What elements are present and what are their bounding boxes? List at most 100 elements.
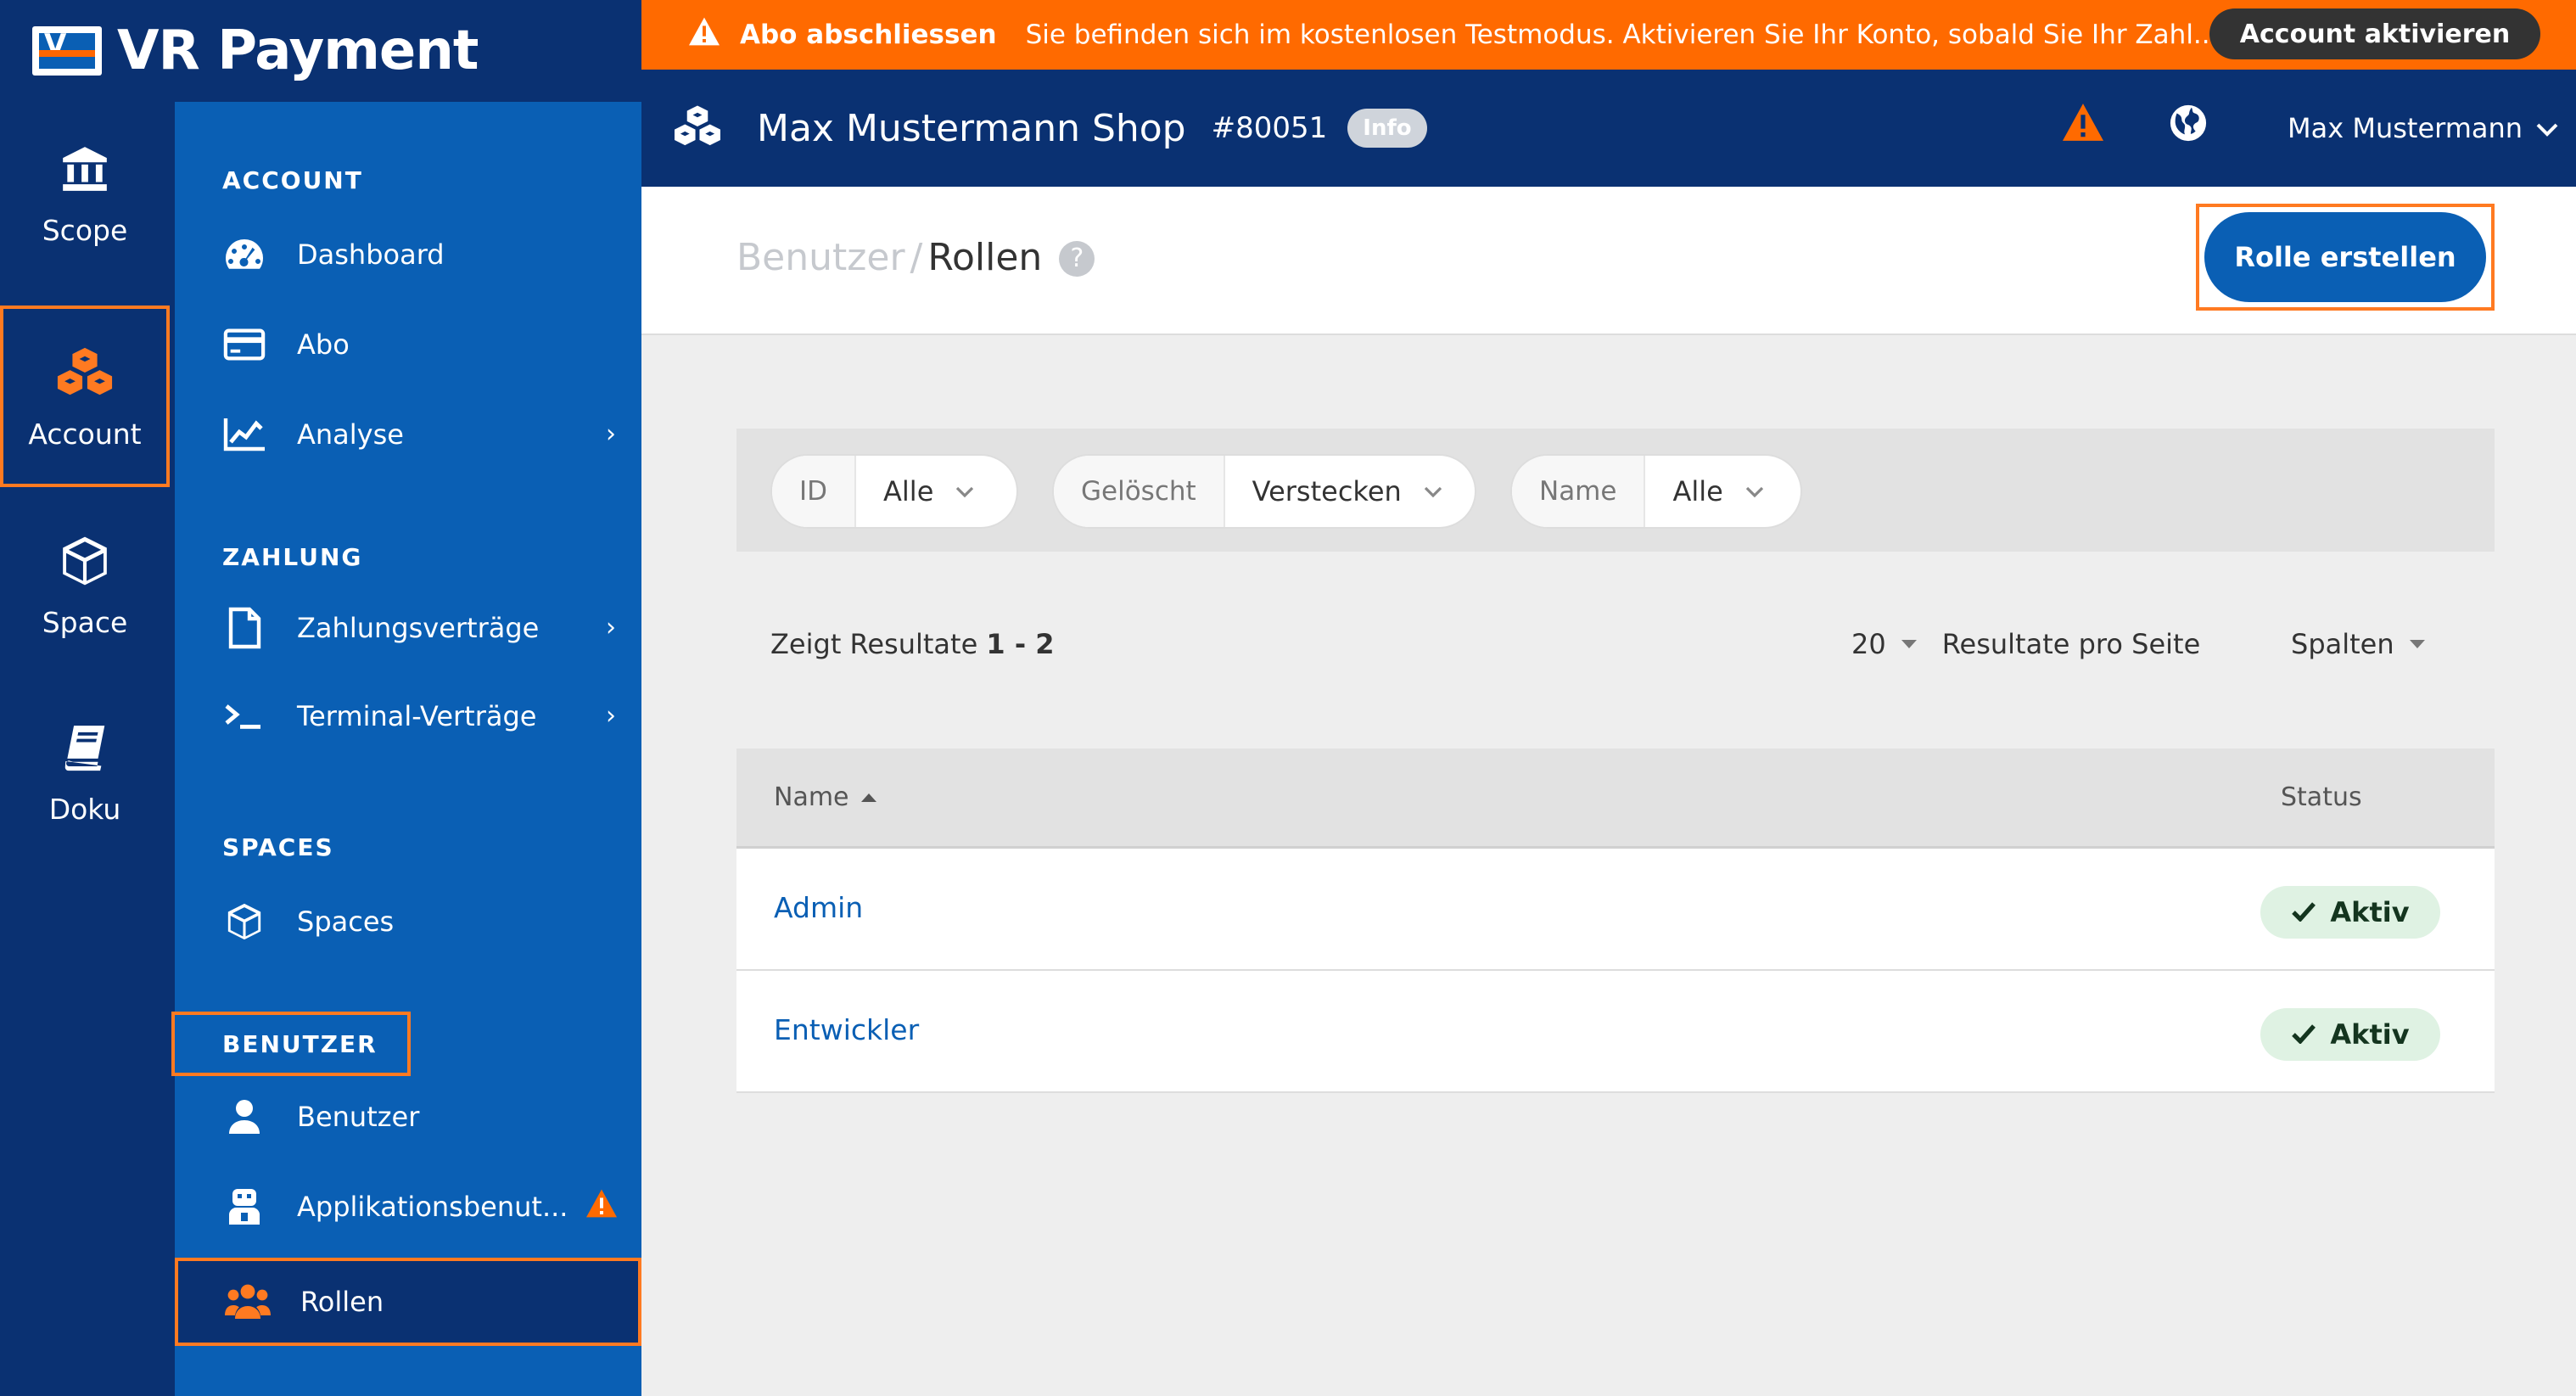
sidebar-item-benutzer[interactable]: Benutzer [175,1083,641,1151]
create-button-highlight: Rolle erstellen [2196,204,2495,311]
filter-value: Alle [1645,475,1792,507]
sidebar-item-label: Benutzer [297,1101,420,1133]
chevron-right-icon: › [606,419,616,449]
line-chart-icon [221,411,268,458]
cubes-icon [55,343,115,402]
chevron-down-icon [955,479,974,503]
caret-down-icon [2409,640,2425,648]
column-header-status[interactable]: Status [2281,782,2362,812]
per-page-label: Resultate pro Seite [1941,628,2201,660]
chevron-down-icon [2536,112,2558,144]
table-header: Name Status [736,748,2495,849]
sidebar-item-label: Rollen [300,1286,384,1318]
chevron-right-icon: › [606,701,616,731]
breadcrumb-separator: / [910,236,923,279]
sidebar-item-label: Applikationsbenut... [297,1191,568,1223]
shop-name[interactable]: Max Mustermann Shop [757,107,1186,150]
main-content: Benutzer / Rollen? Rolle erstellen ID Alle… [641,187,2576,1396]
user-icon [221,1093,268,1141]
help-icon[interactable]: ? [1059,241,1095,277]
filter-geloescht[interactable]: Gelöscht Verstecken [1052,454,1476,529]
sidebar-item-terminal[interactable]: Terminal-Verträge › [175,682,641,750]
columns-label: Spalten [2291,628,2394,660]
warning-icon [687,16,721,53]
section-title-account: ACCOUNT [222,166,363,194]
credit-card-icon [221,321,268,368]
rail-item-doku[interactable]: Doku [0,681,170,862]
user-menu[interactable]: Max Mustermann [2288,112,2558,144]
brand-logo[interactable]: V VR Payment [0,0,641,102]
create-role-button[interactable]: Rolle erstellen [2204,212,2486,302]
document-icon [221,604,268,652]
roles-table: Name Status Admin Aktiv Entwickler Aktiv [736,748,2495,1093]
cubes-icon [672,104,723,153]
status-badge: Aktiv [2260,1008,2440,1061]
page-titlebar: Benutzer / Rollen? Rolle erstellen [641,187,2576,335]
role-name-link[interactable]: Admin [774,891,863,924]
terminal-icon [221,692,268,740]
section-title-zahlung: ZAHLUNG [222,543,363,571]
sidebar-item-label: Analyse [297,418,404,451]
users-group-icon [224,1278,272,1326]
sort-ascending-icon [860,793,876,802]
sidebar-item-label: Zahlungsverträge [297,612,540,644]
sidebar-item-rollen[interactable]: Rollen [175,1258,641,1346]
filter-key: Gelöscht [1054,456,1225,527]
chevron-right-icon: › [606,613,616,642]
filter-name[interactable]: Name Alle [1510,454,1802,529]
rail-label: Space [42,605,128,639]
sidebar-item-spaces[interactable]: Spaces [175,888,641,956]
activate-account-button[interactable]: Account aktivieren [2209,8,2540,59]
rail-item-account[interactable]: Account [0,306,170,487]
sidebar: ACCOUNT Dashboard Abo Analyse › ZAHLUNG … [171,102,641,1396]
warning-icon[interactable] [2060,102,2106,146]
globe-icon[interactable] [2169,104,2208,146]
sidebar-item-abo[interactable]: Abo [175,311,641,378]
sidebar-item-analyse[interactable]: Analyse › [175,401,641,468]
rail-label: Scope [42,213,128,247]
user-name: Max Mustermann [2288,112,2523,144]
rail-item-scope[interactable]: Scope [0,102,170,283]
brand-name: VR Payment [117,20,479,82]
results-count: Zeigt Resultate 1 - 2 [770,628,1055,660]
per-page-value: 20 [1851,628,1886,660]
cube-icon [55,531,115,591]
filter-key: Name [1512,456,1646,527]
section-title-benutzer: BENUTZER [222,1030,378,1058]
sidebar-item-applikationsbenutzer[interactable]: Applikationsbenut... [175,1173,641,1241]
banner-title: Abo abschliessen [740,20,997,50]
column-header-name[interactable]: Name [774,782,876,812]
caret-down-icon [1901,640,1917,648]
check-icon [2291,1018,2316,1051]
sidebar-item-label: Dashboard [297,238,445,271]
check-icon [2291,896,2316,928]
filter-id[interactable]: ID Alle [770,454,1018,529]
warning-icon [585,1188,619,1225]
shop-id: #80051 [1211,111,1328,145]
page-title: Rollen [927,236,1043,279]
dashboard-gauge-icon [221,231,268,278]
sidebar-item-label: Abo [297,328,350,361]
rail-label: Account [28,417,142,451]
table-row: Admin Aktiv [736,849,2495,971]
chevron-down-icon [1424,479,1442,503]
breadcrumb-parent[interactable]: Benutzer [736,236,905,279]
filter-value: Alle [856,475,1003,507]
vr-logo-icon: V [32,26,102,76]
info-badge[interactable]: Info [1347,109,1427,148]
table-row: Entwickler Aktiv [736,971,2495,1093]
banner-message: Sie befinden sich im kostenlosen Testmod… [1025,20,2219,50]
role-name-link[interactable]: Entwickler [774,1013,919,1046]
filter-key: ID [772,456,857,527]
columns-selector[interactable]: Spalten [2291,628,2450,660]
chevron-down-icon [1745,479,1764,503]
rail-item-space[interactable]: Space [0,494,170,676]
sidebar-item-zahlungsvertraege[interactable]: Zahlungsverträge › [175,594,641,662]
book-icon [55,718,115,777]
robot-user-icon [221,1183,268,1231]
per-page-selector[interactable]: 20 Resultate pro Seite [1851,628,2200,660]
sidebar-item-label: Spaces [297,905,395,938]
trial-banner: Abo abschliessen Sie befinden sich im ko… [641,0,2576,70]
top-header: Max Mustermann Shop #80051 Info Max Must… [641,70,2576,187]
sidebar-item-dashboard[interactable]: Dashboard [175,221,641,289]
